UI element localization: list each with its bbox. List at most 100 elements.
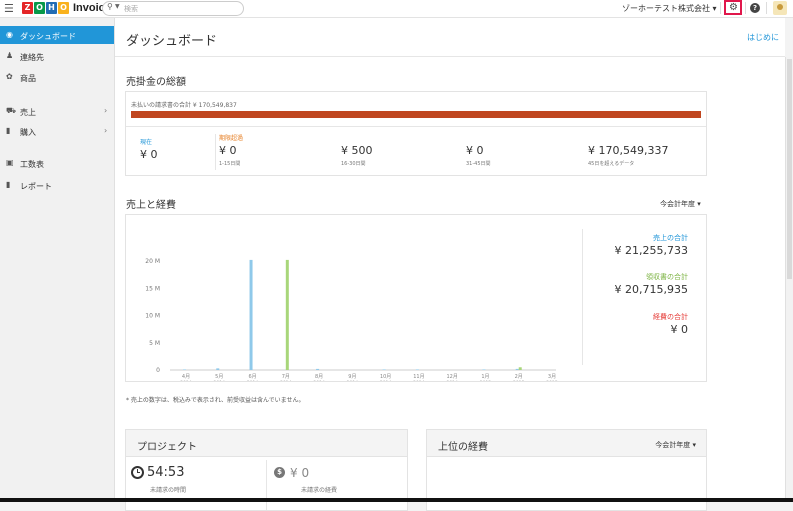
gear-icon[interactable]: ⚙ [729, 2, 738, 14]
sidebar-item-label: 工数表 [20, 160, 44, 169]
help-icon[interactable]: ? [750, 3, 760, 13]
sidebar-item-label: 連絡先 [20, 53, 44, 62]
chart-bar [285, 259, 289, 370]
chevron-down-icon[interactable]: ▼ [115, 3, 120, 10]
app-logo[interactable]: Z O H O Invoice [22, 2, 111, 14]
overdue-bucket-amount[interactable]: ¥ 500 [341, 144, 373, 157]
sidebar-item[interactable]: ▮ レポート [0, 176, 114, 194]
x-tick-label: 9月 [348, 374, 356, 380]
chart-bar [316, 368, 320, 370]
page-title: ダッシュボード [126, 34, 218, 49]
period-select[interactable]: 今会計年度 ▾ [660, 199, 701, 209]
chevron-right-icon: › [104, 106, 108, 115]
sidebar-item[interactable]: ▮ 購入 › [0, 122, 114, 140]
screen-bottom-edge [0, 498, 793, 502]
get-started-link[interactable]: はじめに [747, 32, 779, 43]
scrollbar[interactable] [785, 57, 793, 502]
organization-switcher[interactable]: ゾーホーテスト株式会社 ▾ [622, 3, 717, 14]
scrollbar-thumb[interactable] [787, 59, 792, 279]
x-tick-label: 2014 [413, 380, 425, 381]
sidebar-item[interactable]: ⛟ 売上 › [0, 102, 114, 120]
x-tick-label: 3月 [548, 374, 556, 380]
page-header: ダッシュボード はじめに [115, 18, 785, 57]
sales-expenses-card: 05 M10 M15 M20 M4月20145月20146月20147月2014… [125, 214, 707, 382]
sidebar-item[interactable]: ✿ 商品 [0, 68, 114, 86]
overdue-bucket-range: 31-45日間 [466, 161, 491, 167]
overdue-bucket-range: 45日を超えるデータ [588, 161, 635, 167]
overdue-label: 期限超過 [219, 135, 244, 142]
x-tick-label: 2014 [247, 380, 259, 381]
sidebar-item-label: 購入 [20, 128, 36, 137]
clock-icon [131, 466, 144, 479]
avatar[interactable] [773, 1, 787, 15]
sales-footnote: * 売上の数字は、税込みで表示され、前受収益は含んでいません。 [126, 397, 305, 404]
x-tick-label: 2015 [480, 380, 492, 381]
sidebar-item[interactable]: ▣ 工数表 [0, 154, 114, 172]
top-expenses-period-select[interactable]: 今会計年度 ▾ [655, 440, 696, 450]
current-label[interactable]: 現在 [140, 137, 152, 146]
settings-button[interactable]: ⚙ [724, 0, 742, 15]
x-tick-label: 4月 [182, 374, 190, 380]
x-tick-label: 2015 [513, 380, 525, 381]
x-tick-label: 12月 [446, 374, 457, 380]
search-icon[interactable]: ⚲ [107, 2, 113, 11]
unbilled-hours-value[interactable]: 54:53 [147, 465, 184, 480]
x-tick-label: 2014 [313, 380, 325, 381]
sidebar-item-label: ダッシュボード [20, 32, 76, 41]
divider [745, 2, 746, 14]
x-tick-label: 7月 [282, 374, 290, 380]
overdue-bucket-amount[interactable]: ¥ 170,549,337 [588, 144, 668, 157]
sidebar-item[interactable]: ◉ ダッシュボード [0, 26, 114, 44]
x-tick-label: 2015 [546, 380, 558, 381]
sales-expenses-chart: 05 M10 M15 M20 M4月20145月20146月20147月2014… [145, 258, 558, 381]
x-tick-label: 2014 [347, 380, 359, 381]
sidebar-item-label: レポート [20, 182, 52, 191]
unbilled-expense-value[interactable]: ¥ 0 [290, 466, 309, 480]
divider [126, 126, 706, 127]
expenses-total-label: 経費の合計 [653, 313, 688, 321]
chart-bar [518, 367, 522, 370]
x-tick-label: 10月 [380, 374, 391, 380]
projects-title: プロジェクト [137, 442, 197, 453]
y-tick-label: 0 [156, 367, 160, 374]
divider [215, 134, 216, 170]
contacts-icon: ♟ [6, 51, 14, 60]
x-tick-label: 11月 [413, 374, 424, 380]
chart-bar [216, 368, 220, 370]
chart-bar [415, 369, 419, 370]
main-content: ダッシュボード はじめに 売掛金の総額 未払いの請求書の合計 ¥ 170,549… [115, 18, 785, 511]
cart-icon: ⛟ [6, 106, 17, 115]
unbilled-expense-label: 未請求の経費 [301, 487, 338, 494]
timesheet-icon: ▣ [6, 158, 14, 167]
divider [266, 460, 267, 510]
divider [766, 2, 767, 14]
x-tick-label: 6月 [248, 374, 256, 380]
sidebar-item-label: 商品 [20, 74, 36, 83]
search-input[interactable]: ⚲ ▼ 検索 [102, 1, 244, 16]
y-tick-label: 20 M [145, 258, 160, 265]
chart-bar [482, 369, 486, 370]
hamburger-menu-icon[interactable]: ☰ [4, 3, 14, 14]
projects-header: プロジェクト [126, 430, 407, 457]
logo-letter: H [46, 2, 57, 14]
current-amount: ¥ 0 [140, 148, 158, 161]
dashboard-icon: ◉ [6, 30, 13, 39]
coin-icon: $ [274, 467, 285, 478]
chevron-right-icon: › [104, 126, 108, 135]
y-tick-label: 10 M [145, 313, 160, 320]
x-tick-label: 2014 [280, 380, 292, 381]
divider [720, 2, 721, 14]
overdue-bucket-amount[interactable]: ¥ 0 [219, 144, 237, 157]
sidebar-item-label: 売上 [20, 108, 36, 117]
sidebar: ◉ ダッシュボード ♟ 連絡先 ✿ 商品 ⛟ 売上 › ▮ 購入 › ▣ 工数表 ▮ レポート [0, 18, 115, 502]
y-tick-label: 15 M [145, 285, 160, 292]
receipts-total-label: 領収書の合計 [646, 273, 688, 281]
sidebar-item[interactable]: ♟ 連絡先 [0, 47, 114, 65]
logo-letter: Z [22, 2, 33, 14]
overdue-bucket-amount[interactable]: ¥ 0 [466, 144, 484, 157]
x-tick-label: 1月 [481, 374, 489, 380]
x-tick-label: 2月 [515, 374, 523, 380]
receivables-title: 売掛金の総額 [126, 77, 186, 88]
x-tick-label: 2014 [180, 380, 192, 381]
overdue-bucket-range: 16-30日間 [341, 161, 366, 167]
